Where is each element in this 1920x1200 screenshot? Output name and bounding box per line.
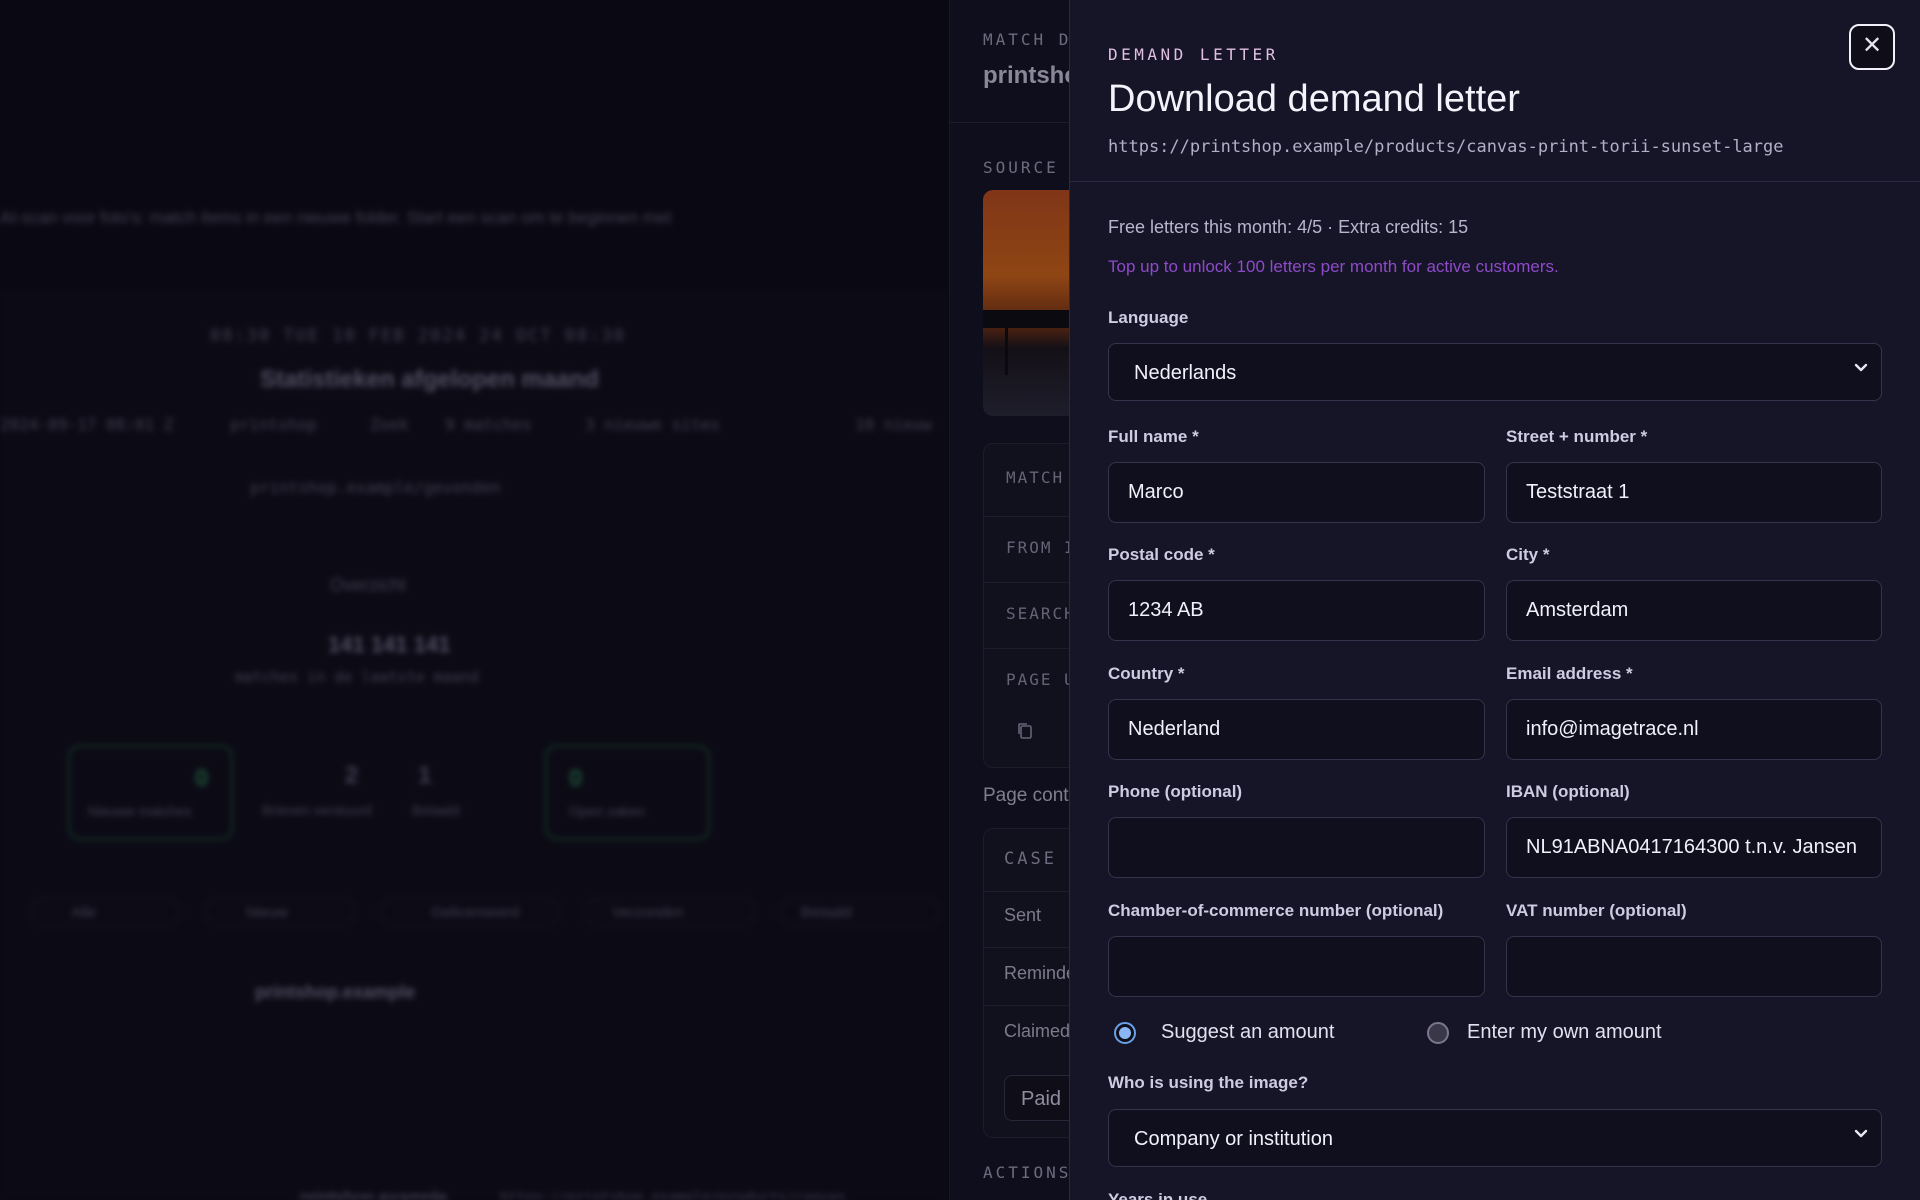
language-select[interactable]: Nederlands <box>1108 343 1882 401</box>
background-filter-pill[interactable]: Nieuw <box>205 898 355 926</box>
paid-button[interactable]: Paid <box>1004 1075 1069 1121</box>
background-footer-domain: printshop.example <box>300 1188 448 1200</box>
vat-label: VAT number (optional) <box>1506 901 1687 920</box>
city-label: City * <box>1506 545 1550 564</box>
own-amount-radio[interactable] <box>1427 1022 1449 1044</box>
close-icon: ✕ <box>1861 32 1883 59</box>
own-amount-label[interactable]: Enter my own amount <box>1467 1021 1662 1044</box>
usage-select[interactable]: Company or institution <box>1108 1109 1882 1167</box>
background-header <box>0 0 949 290</box>
match-details-panel: MATCH DE printsho SOURCE MATCH FROM I SE… <box>949 0 1069 1200</box>
actions-label: ACTIONS <box>983 1163 1069 1182</box>
background-meta-2: Zoek <box>370 415 409 434</box>
search-row: SEARCH <box>1006 604 1069 623</box>
postal-code-label: Postal code * <box>1108 545 1215 564</box>
background-stat-value: 2 <box>345 762 359 789</box>
language-label: Language <box>1108 308 1189 327</box>
page-url-row: PAGE U <box>1006 670 1069 689</box>
letter-quota: Free letters this month: 4/5 · Extra cre… <box>1108 217 1469 237</box>
suggest-amount-radio[interactable] <box>1114 1022 1136 1044</box>
coc-label: Chamber-of-commerce number (optional) <box>1108 901 1444 920</box>
source-label: SOURCE <box>983 158 1059 177</box>
case-row-claimed: Claimed <box>1004 1021 1069 1041</box>
background-intro: AI-scan voor foto's: match items in een … <box>0 208 672 227</box>
background-stat-card: 0 Open zaken <box>545 745 710 840</box>
case-row-reminder: Reminde <box>1004 963 1069 983</box>
modal-eyebrow: DEMAND LETTER <box>1108 45 1279 64</box>
country-input[interactable]: Nederland <box>1108 699 1485 760</box>
source-image-thumbnail[interactable] <box>983 190 1069 416</box>
usage-value: Company or institution <box>1134 1128 1333 1150</box>
background-stat-label: Betaald <box>412 802 460 818</box>
copy-icon[interactable] <box>1017 722 1033 740</box>
street-label: Street + number * <box>1506 427 1648 446</box>
street-input[interactable]: Teststraat 1 <box>1506 462 1882 523</box>
match-panel-divider <box>950 122 1069 123</box>
background-filter-pill[interactable]: Verzonden <box>585 898 755 926</box>
page-content-label: Page cont <box>983 785 1069 806</box>
usage-label: Who is using the image? <box>1108 1073 1309 1092</box>
background-meta-4: 3 nieuwe sites <box>585 415 720 434</box>
phone-label: Phone (optional) <box>1108 782 1243 801</box>
background-footer-path: https://printshop.example/products/canva… <box>500 1190 846 1200</box>
case-box: CASE Sent Reminde Claimed Paid <box>983 828 1069 1138</box>
from-row: FROM I <box>1006 538 1069 557</box>
background-stat-card: 0 Nieuwe matches <box>68 745 233 840</box>
chevron-down-icon <box>1854 1129 1868 1138</box>
background-meta-5: 10 nieuw <box>855 415 933 434</box>
city-input[interactable]: Amsterdam <box>1506 580 1882 641</box>
match-details-label: MATCH DE <box>983 30 1069 49</box>
suggest-amount-label[interactable]: Suggest an amount <box>1161 1021 1334 1044</box>
phone-input[interactable] <box>1108 817 1485 878</box>
background-filter-pill[interactable]: Betaald <box>780 898 940 926</box>
match-row: MATCH <box>1006 468 1065 487</box>
email-label: Email address * <box>1506 664 1633 683</box>
background-row-domain[interactable]: printshop.example <box>255 982 415 1003</box>
background-stat-value: 1 <box>418 762 432 789</box>
iban-input[interactable]: NL91ABNA0417164300 t.n.v. Jansen <box>1506 817 1882 878</box>
iban-label: IBAN (optional) <box>1506 782 1630 801</box>
background-meta-1: printshop <box>230 415 317 434</box>
background-datetime: 08:30 TUE 10 FEB 2024 24 OCT 08:30 <box>210 326 626 346</box>
background-page: AI-scan voor foto's: match items in een … <box>0 0 949 1200</box>
chevron-down-icon <box>1854 363 1868 372</box>
full-name-label: Full name * <box>1108 427 1199 446</box>
background-section: Overzicht <box>330 575 407 595</box>
years-in-use-label: Years in use <box>1108 1190 1208 1200</box>
vat-input[interactable] <box>1506 936 1882 997</box>
demand-letter-modal: DEMAND LETTER Download demand letter htt… <box>1069 0 1920 1200</box>
background-meta-3: 9 matches <box>445 415 532 434</box>
background-big-value: 141 141 141 <box>328 632 451 657</box>
language-value: Nederlands <box>1134 362 1237 384</box>
topup-link[interactable]: Top up to unlock 100 letters per month f… <box>1108 257 1559 277</box>
background-big-sub: matches in de laatste maand <box>235 668 479 686</box>
close-button[interactable]: ✕ <box>1849 24 1895 70</box>
background-meta-0: 2024-09-17 08:01 Z <box>0 415 174 434</box>
country-label: Country * <box>1108 664 1185 683</box>
modal-title: Download demand letter <box>1108 78 1520 120</box>
match-page-url: https://printshop.example/products/canva… <box>1108 137 1784 157</box>
match-site-title: printsho <box>983 62 1069 89</box>
background-filter-pill[interactable]: Alle <box>30 898 180 926</box>
postal-code-input[interactable]: 1234 AB <box>1108 580 1485 641</box>
background-filter-pill[interactable]: Gelicenseerd <box>380 898 560 926</box>
background-heading: Statistieken afgelopen maand <box>260 366 599 393</box>
email-input[interactable]: info@imagetrace.nl <box>1506 699 1882 760</box>
modal-header: DEMAND LETTER Download demand letter htt… <box>1070 0 1920 182</box>
case-header: CASE <box>1004 849 1057 869</box>
background-link[interactable]: printshop.example/gevonden <box>250 478 500 497</box>
case-row-sent: Sent <box>1004 905 1042 925</box>
paid-label: Paid <box>1021 1088 1062 1110</box>
coc-input[interactable] <box>1108 936 1485 997</box>
match-info-box: MATCH FROM I SEARCH PAGE U <box>983 443 1069 768</box>
background-stat-label: Brieven verstuurd <box>262 802 372 818</box>
full-name-input[interactable]: Marco <box>1108 462 1485 523</box>
